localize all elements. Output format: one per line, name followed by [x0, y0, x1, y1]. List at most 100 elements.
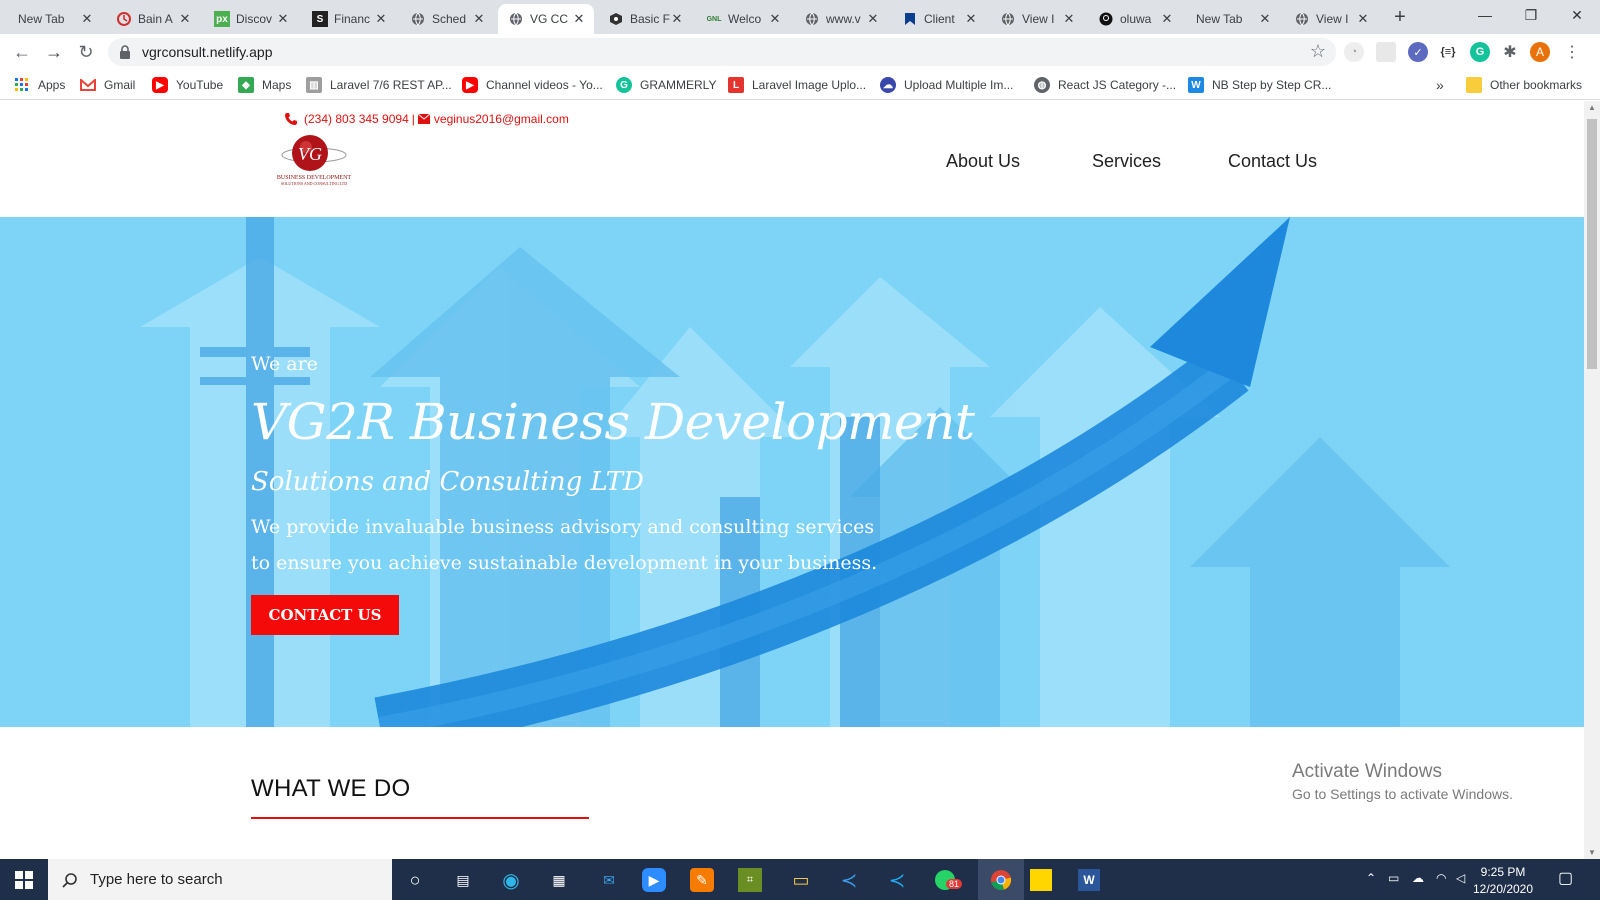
hero-description-line-2: to ensure you achieve sustainable develo… [251, 552, 878, 574]
extension-timer-icon[interactable]: ◔ [1344, 42, 1364, 62]
cortana-icon[interactable]: ○ [400, 865, 430, 895]
tab-label: Sched [432, 12, 467, 26]
scroll-up-arrow-icon[interactable]: ▲ [1584, 103, 1600, 112]
tab-new-tab[interactable]: New Tab ✕ [8, 4, 102, 34]
file-explorer-icon[interactable]: ▭ [786, 865, 816, 895]
tab-view-1[interactable]: View I ✕ [990, 4, 1084, 34]
bookmark-gmail[interactable]: Gmail [80, 76, 135, 94]
restore-button[interactable]: ❐ [1508, 0, 1554, 32]
other-bookmarks-folder[interactable]: Other bookmarks [1466, 76, 1582, 94]
bookmark-upload-multiple[interactable]: ☁ Upload Multiple Im... [880, 76, 1013, 94]
tab-view-2[interactable]: View I ✕ [1284, 4, 1378, 34]
close-icon[interactable]: ✕ [572, 11, 586, 27]
back-button[interactable]: ← [10, 40, 34, 64]
tab-github[interactable]: oluwa ✕ [1088, 4, 1182, 34]
email-address[interactable]: veginus2016@gmail.com [434, 112, 569, 126]
contact-us-button[interactable]: CONTACT US [251, 595, 399, 635]
tab-discover[interactable]: px Discov ✕ [204, 4, 298, 34]
phone-number[interactable]: (234) 803 345 9094 [304, 112, 409, 126]
address-bar[interactable]: vgrconsult.netlify.app ☆ [108, 38, 1336, 66]
close-icon[interactable]: ✕ [472, 11, 486, 27]
store-icon[interactable]: ▦ [544, 865, 574, 895]
wifi-icon[interactable]: ◠ [1436, 871, 1446, 885]
system-clock[interactable]: 9:25 PM 12/20/2020 [1468, 864, 1538, 898]
more-bookmarks-button[interactable]: » [1436, 76, 1444, 94]
bookmark-nb-step[interactable]: W NB Step by Step CR... [1188, 76, 1331, 94]
bookmark-react-category[interactable]: ◍ React JS Category -... [1034, 76, 1176, 94]
grammarly-icon[interactable]: G [1470, 42, 1490, 62]
forward-button[interactable]: → [42, 40, 66, 64]
close-icon[interactable]: ✕ [964, 11, 978, 27]
sticky-notes-icon[interactable] [1030, 869, 1052, 891]
nav-contact-us[interactable]: Contact Us [1228, 151, 1317, 172]
nav-about-us[interactable]: About Us [946, 151, 1020, 172]
vscode-icon[interactable]: ≺ [834, 865, 864, 895]
whatsapp-icon[interactable]: 81 [930, 865, 963, 895]
clock-time: 9:25 PM [1480, 865, 1526, 879]
edge-icon[interactable]: ◉ [496, 865, 526, 895]
show-hidden-icons-chevron-icon[interactable]: ⌃ [1366, 871, 1376, 885]
onedrive-cloud-icon[interactable]: ☁ [1412, 871, 1424, 885]
close-window-button[interactable]: ✕ [1554, 0, 1600, 32]
site-logo[interactable]: VG BUSINESS DEVELOPMENT SOLUTIONS AND CO… [266, 133, 362, 191]
profile-avatar[interactable]: A [1530, 42, 1550, 62]
close-icon[interactable]: ✕ [768, 11, 782, 27]
battery-icon[interactable]: ▭ [1388, 871, 1399, 885]
globe-icon [1294, 11, 1310, 27]
chrome-glyph [991, 869, 1012, 890]
nav-services[interactable]: Services [1092, 151, 1161, 172]
close-icon[interactable]: ✕ [866, 11, 880, 27]
phone-icon [285, 113, 297, 125]
close-icon[interactable]: ✕ [1258, 11, 1272, 27]
close-icon[interactable]: ✕ [178, 11, 192, 27]
scrollbar-thumb[interactable] [1587, 119, 1597, 369]
paint-icon[interactable]: ✎ [690, 868, 714, 892]
bookmark-grammerly[interactable]: G GRAMMERLY [616, 76, 716, 94]
extensions-puzzle-icon[interactable]: ✱ [1500, 42, 1520, 62]
bookmark-laravel-rest[interactable]: ▥ Laravel 7/6 REST AP... [306, 76, 452, 94]
bookmark-star-icon[interactable]: ☆ [1310, 41, 1326, 62]
word-icon[interactable]: W [1078, 869, 1100, 891]
bookmark-youtube[interactable]: ▶ YouTube [152, 76, 223, 94]
bookmark-maps[interactable]: ◆ Maps [238, 76, 291, 94]
tab-www[interactable]: www.v ✕ [794, 4, 888, 34]
reload-button[interactable]: ↻ [74, 40, 98, 64]
close-icon[interactable]: ✕ [374, 11, 388, 27]
new-tab-button[interactable]: + [1388, 6, 1412, 30]
tab-welcome[interactable]: GNL Welco ✕ [696, 4, 790, 34]
taskbar-search-box[interactable]: Type here to search [48, 859, 392, 900]
close-icon[interactable]: ✕ [670, 11, 684, 27]
task-view-icon[interactable]: ▤ [448, 865, 478, 895]
page-scrollbar[interactable]: ▲ ▼ [1584, 101, 1600, 859]
tab-vg-consult[interactable]: VG CC ✕ [498, 4, 594, 34]
tab-client[interactable]: Client ✕ [892, 4, 986, 34]
close-icon[interactable]: ✕ [1062, 11, 1076, 27]
tab-financ[interactable]: S Financ ✕ [302, 4, 396, 34]
start-button[interactable] [0, 859, 48, 900]
chrome-icon[interactable] [978, 859, 1024, 900]
menu-kebab-icon[interactable]: ⋮ [1562, 42, 1582, 62]
minimize-button[interactable]: — [1462, 0, 1508, 32]
extension-qr-icon[interactable] [1376, 42, 1396, 62]
scroll-down-arrow-icon[interactable]: ▼ [1584, 848, 1600, 857]
close-icon[interactable]: ✕ [276, 11, 290, 27]
volume-icon[interactable]: ◁ [1456, 871, 1465, 885]
tab-sched[interactable]: Sched ✕ [400, 4, 494, 34]
bookmark-laravel-image[interactable]: L Laravel Image Uplo... [728, 76, 866, 94]
project-icon[interactable]: ⌗ [738, 868, 762, 892]
notifications-icon[interactable]: ▢ [1558, 868, 1573, 888]
bookmark-apps[interactable]: Apps [14, 76, 65, 94]
close-icon[interactable]: ✕ [80, 11, 94, 27]
close-icon[interactable]: ✕ [1356, 11, 1370, 27]
extension-json-icon[interactable]: {≡} [1438, 42, 1458, 62]
extension-check-icon[interactable]: ✓ [1408, 42, 1428, 62]
tab-new-tab-2[interactable]: New Tab ✕ [1186, 4, 1280, 34]
bookmark-label: Laravel Image Uplo... [752, 78, 867, 92]
close-icon[interactable]: ✕ [1160, 11, 1174, 27]
tab-bain[interactable]: Bain A ✕ [106, 4, 200, 34]
zoom-icon[interactable]: ▶ [642, 868, 666, 892]
tab-basic[interactable]: Basic F ✕ [598, 4, 692, 34]
vscode-insiders-icon[interactable]: ≺ [882, 865, 912, 895]
bookmark-channel-videos[interactable]: ▶ Channel videos - Yo... [462, 76, 603, 94]
mail-icon[interactable]: ✉ [594, 865, 624, 895]
